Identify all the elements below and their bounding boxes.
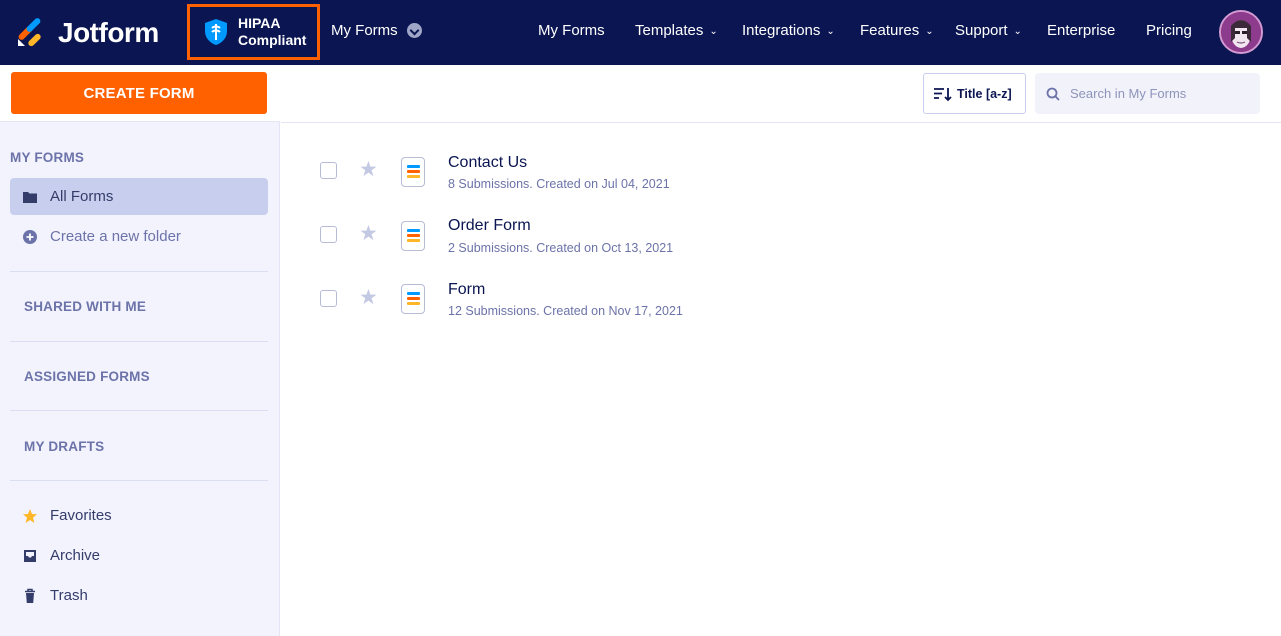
nav-templates[interactable]: Templates ⌄ <box>635 22 718 39</box>
form-icon <box>401 284 425 314</box>
sidebar-item-trash-label: Trash <box>50 587 88 604</box>
sidebar-item-trash[interactable]: Trash <box>10 577 268 614</box>
search-box[interactable] <box>1035 73 1260 114</box>
sidebar-item-new-folder[interactable]: Create a new folder <box>10 218 268 255</box>
favorite-star-icon[interactable]: ★ <box>359 159 378 180</box>
search-input[interactable] <box>1070 86 1240 101</box>
form-select-checkbox[interactable] <box>320 226 337 243</box>
sidebar-item-new-folder-label: Create a new folder <box>50 228 181 245</box>
nav-my-forms[interactable]: My Forms <box>538 22 605 39</box>
nav-integrations[interactable]: Integrations ⌄ <box>742 22 835 39</box>
sidebar-divider <box>10 271 268 272</box>
sidebar-item-all-forms-label: All Forms <box>50 188 114 205</box>
form-select-checkbox[interactable] <box>320 290 337 307</box>
nav-features[interactable]: Features ⌄ <box>860 22 934 39</box>
chevron-down-icon: ⌄ <box>826 26 835 37</box>
nav-pricing[interactable]: Pricing <box>1146 22 1192 39</box>
user-avatar[interactable] <box>1219 10 1263 54</box>
star-icon <box>23 508 37 523</box>
sidebar-item-favorites[interactable]: Favorites <box>10 497 268 534</box>
avatar-image <box>1221 12 1261 52</box>
chevron-down-icon <box>406 23 422 38</box>
sidebar: CREATE FORM MY FORMS All Forms Create a … <box>0 65 280 636</box>
form-list-item[interactable]: ★ Form 12 Submissions. Created on Nov 17… <box>281 267 1281 327</box>
chevron-down-icon: ⌄ <box>925 26 934 37</box>
sidebar-divider <box>10 410 268 411</box>
jotform-wordmark: Jotform <box>58 17 159 48</box>
favorite-star-icon[interactable]: ★ <box>359 223 378 244</box>
shield-icon <box>205 19 227 45</box>
context-dropdown-label: My Forms <box>331 22 398 39</box>
form-list-item[interactable]: ★ Order Form 2 Submissions. Created on O… <box>281 203 1281 263</box>
list-toolbar: Title [a-z] <box>281 65 1281 123</box>
hipaa-line1: HIPAA <box>238 15 281 31</box>
sort-button-label: Title [a-z] <box>957 86 1012 101</box>
jotform-logo-icon <box>18 18 41 47</box>
sidebar-divider <box>10 341 268 342</box>
nav-integrations-label: Integrations <box>742 22 821 39</box>
nav-support[interactable]: Support ⌄ <box>955 22 1022 39</box>
form-title[interactable]: Form <box>448 281 485 299</box>
create-form-button[interactable]: CREATE FORM <box>11 72 267 114</box>
form-select-checkbox[interactable] <box>320 162 337 179</box>
top-navbar: Jotform HIPAA Compliant My Forms My Form… <box>0 0 1281 65</box>
chevron-down-icon: ⌄ <box>709 26 718 37</box>
my-drafts-section[interactable]: MY DRAFTS <box>24 439 104 454</box>
nav-my-forms-label: My Forms <box>538 22 605 39</box>
search-icon <box>1046 87 1060 101</box>
nav-support-label: Support <box>955 22 1008 39</box>
my-forms-section-title: MY FORMS <box>10 150 85 165</box>
folder-icon <box>23 191 37 203</box>
form-title[interactable]: Order Form <box>448 217 531 235</box>
chevron-down-icon: ⌄ <box>1013 26 1022 37</box>
nav-templates-label: Templates <box>635 22 704 39</box>
form-icon <box>401 157 425 187</box>
nav-enterprise[interactable]: Enterprise <box>1047 22 1115 39</box>
favorite-star-icon[interactable]: ★ <box>359 287 378 308</box>
sort-button[interactable]: Title [a-z] <box>923 73 1026 114</box>
assigned-forms-section[interactable]: ASSIGNED FORMS <box>24 369 150 384</box>
form-title[interactable]: Contact Us <box>448 154 527 172</box>
context-dropdown[interactable]: My Forms <box>331 22 422 39</box>
form-list-item[interactable]: ★ Contact Us 8 Submissions. Created on J… <box>281 140 1281 200</box>
sidebar-divider <box>10 480 268 481</box>
hipaa-label: HIPAA Compliant <box>238 15 306 49</box>
sidebar-item-archive[interactable]: Archive <box>10 537 268 574</box>
plus-circle-icon <box>23 229 37 244</box>
sort-icon <box>934 87 952 101</box>
sidebar-item-archive-label: Archive <box>50 547 101 564</box>
archive-icon <box>24 549 36 562</box>
form-icon <box>401 221 425 251</box>
sidebar-item-all-forms[interactable]: All Forms <box>10 178 268 215</box>
jotform-logo[interactable]: Jotform <box>16 16 159 50</box>
nav-enterprise-label: Enterprise <box>1047 22 1116 39</box>
form-meta: 8 Submissions. Created on Jul 04, 2021 <box>448 177 670 191</box>
nav-features-label: Features <box>860 22 920 39</box>
nav-pricing-label: Pricing <box>1146 22 1192 39</box>
hipaa-line2: Compliant <box>238 32 307 48</box>
shared-with-me-section[interactable]: SHARED WITH ME <box>24 299 146 314</box>
form-meta: 2 Submissions. Created on Oct 13, 2021 <box>448 241 674 255</box>
sidebar-item-favorites-label: Favorites <box>50 507 112 524</box>
form-meta: 12 Submissions. Created on Nov 17, 2021 <box>448 304 683 318</box>
hipaa-compliant-badge[interactable]: HIPAA Compliant <box>187 4 320 60</box>
trash-icon <box>25 588 35 603</box>
